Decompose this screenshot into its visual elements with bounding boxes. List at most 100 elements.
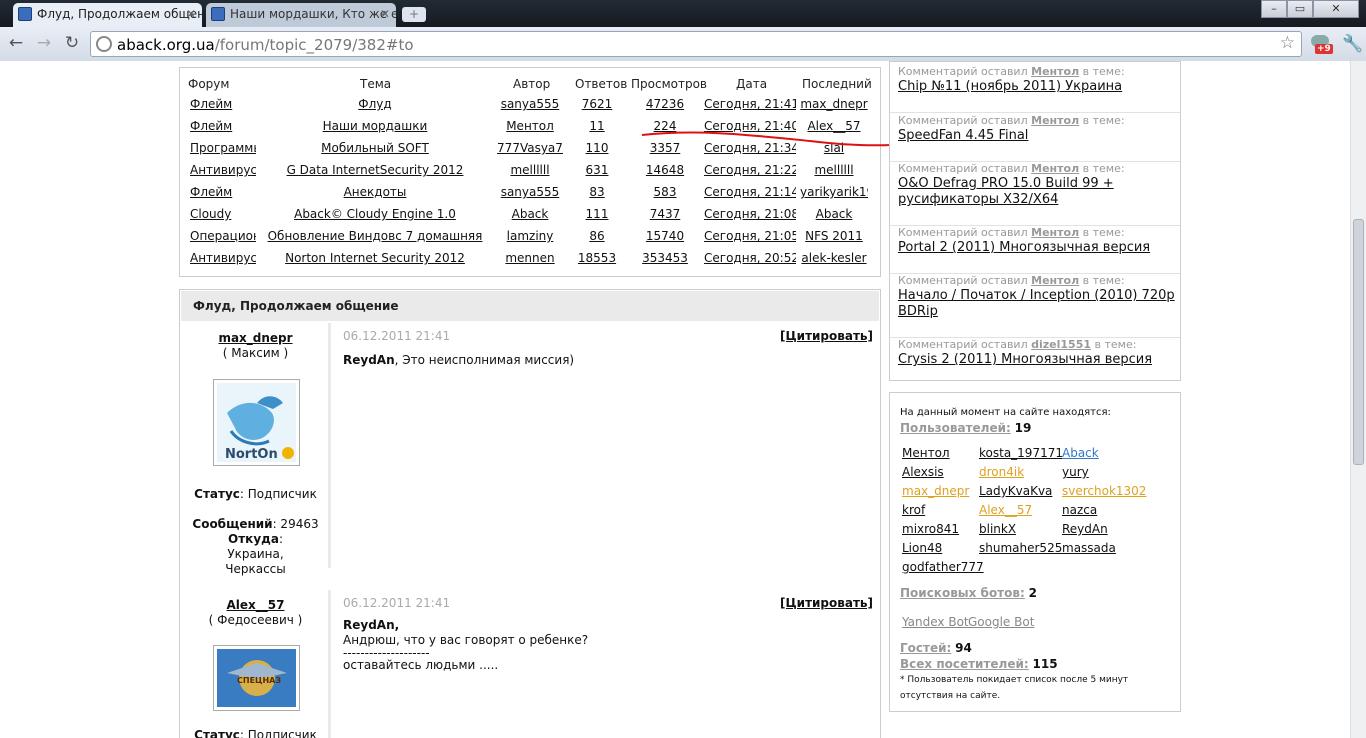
topic-replies-link[interactable]: 86	[572, 229, 622, 243]
topic-author-link[interactable]: lamziny	[494, 229, 566, 243]
topic-date-link[interactable]: Сегодня, 21:05	[704, 229, 796, 243]
online-user-link[interactable]: blinkX	[979, 522, 1016, 536]
comment-author-link[interactable]: Ментол	[1031, 162, 1079, 175]
topic-title-link[interactable]: Aback© Cloudy Engine 1.0	[260, 207, 490, 221]
topic-views-link[interactable]: 15740	[626, 229, 704, 243]
topic-forum-link[interactable]: Флейм	[190, 97, 256, 111]
topic-replies-link[interactable]: 11	[572, 119, 622, 133]
new-tab-button[interactable]: +	[402, 7, 426, 22]
topic-last-poster-link[interactable]: max_dnepr	[800, 97, 868, 111]
topic-replies-link[interactable]: 7621	[572, 97, 622, 111]
topic-forum-link[interactable]: Операционные	[190, 229, 256, 243]
tab-active[interactable]: Флуд, Продолжаем общен ✕	[13, 3, 202, 27]
extension-weather-icon[interactable]: +9	[1309, 33, 1333, 55]
topic-title-link[interactable]: Мобильный SOFT	[260, 141, 490, 155]
online-user-link[interactable]: yury	[1062, 465, 1089, 479]
topic-views-link[interactable]: 47236	[626, 97, 704, 111]
scrollbar-thumb[interactable]	[1353, 219, 1364, 465]
topic-author-link[interactable]: Aback	[494, 207, 566, 221]
online-user-link[interactable]: massada	[1062, 541, 1116, 555]
online-user-link[interactable]: dron4ik	[979, 465, 1024, 479]
topic-last-poster-link[interactable]: NFS 2011	[800, 229, 868, 243]
topic-date-link[interactable]: Сегодня, 21:08	[704, 207, 796, 221]
online-user-link[interactable]: Ментол	[902, 446, 950, 460]
topic-title-link[interactable]: G Data InternetSecurity 2012	[260, 163, 490, 177]
tab-inactive[interactable]: Наши мордашки, Кто же е ✕	[206, 3, 396, 27]
close-icon[interactable]: ✕	[186, 3, 196, 25]
topic-title-link[interactable]: Norton Internet Security 2012	[260, 251, 490, 265]
online-user-link[interactable]: Alex__57	[979, 503, 1032, 517]
online-user-link[interactable]: krof	[902, 503, 925, 517]
topic-forum-link[interactable]: Антивирусы	[190, 251, 256, 265]
quote-button[interactable]: [Цитировать]	[780, 596, 873, 610]
comment-author-link[interactable]: dizel1551	[1031, 338, 1091, 351]
comment-topic-link[interactable]: O&O Defrag PRO 15.0 Build 99 + русификат…	[898, 176, 1176, 208]
url-text[interactable]: aback.org.ua/forum/topic_2079/382#to	[117, 36, 414, 54]
topic-date-link[interactable]: Сегодня, 21:14	[704, 185, 796, 199]
address-bar[interactable]: aback.org.ua/forum/topic_2079/382#to ☆	[90, 31, 1302, 57]
guests-label[interactable]: Гостей:	[900, 641, 951, 655]
wrench-menu-icon[interactable]: 🔧	[1342, 34, 1363, 54]
online-user-link[interactable]: kosta_197171	[979, 446, 1063, 460]
topic-title-link[interactable]: Анекдоты	[260, 185, 490, 199]
topic-forum-link[interactable]: Cloudy	[190, 207, 256, 221]
online-user-link[interactable]: ReydAn	[1062, 522, 1108, 536]
page-scrollbar[interactable]	[1350, 61, 1366, 738]
topic-date-link[interactable]: Сегодня, 21:41	[704, 97, 796, 111]
online-user-link[interactable]: max_dnepr	[902, 484, 969, 498]
post-username[interactable]: Alex__57	[183, 598, 328, 612]
topic-title-link[interactable]: Флуд	[260, 97, 490, 111]
online-user-link[interactable]: LadyKvaKva	[979, 484, 1052, 498]
online-user-link[interactable]: Aback	[1062, 446, 1099, 460]
topic-author-link[interactable]: Ментол	[494, 119, 566, 133]
comment-topic-link[interactable]: Crysis 2 (2011) Многоязычная версия	[898, 352, 1176, 368]
topic-views-link[interactable]: 353453	[626, 251, 704, 265]
topic-views-link[interactable]: 7437	[626, 207, 704, 221]
online-user-link[interactable]: Lion48	[902, 541, 942, 555]
maximize-button[interactable]: ▭	[1287, 0, 1313, 18]
topic-forum-link[interactable]: Флейм	[190, 119, 256, 133]
topic-last-poster-link[interactable]: Aback	[800, 207, 868, 221]
back-icon[interactable]: ←	[5, 34, 27, 54]
post-username[interactable]: max_dnepr	[183, 331, 328, 345]
topic-views-link[interactable]: 14648	[626, 163, 704, 177]
users-label[interactable]: Пользователей:	[900, 421, 1011, 435]
topic-date-link[interactable]: Сегодня, 20:52	[704, 251, 796, 265]
comment-topic-link[interactable]: Начало / Початок / Inception (2010) 720p…	[898, 288, 1176, 320]
online-user-link[interactable]: godfather777	[902, 560, 984, 574]
online-user-link[interactable]: sverchok1302	[1062, 484, 1146, 498]
topic-author-link[interactable]: 777Vasya7	[494, 141, 566, 155]
bot-google[interactable]: Google Bot	[968, 615, 1034, 629]
online-user-link[interactable]: Alexsis	[902, 465, 944, 479]
topic-last-poster-link[interactable]: yarikyarik19	[800, 185, 868, 199]
comment-author-link[interactable]: Ментол	[1031, 274, 1079, 287]
forward-icon[interactable]: →	[33, 34, 55, 54]
topic-replies-link[interactable]: 110	[572, 141, 622, 155]
topic-author-link[interactable]: sanya555	[494, 185, 566, 199]
window-close-button[interactable]: ✕	[1313, 0, 1359, 18]
topic-last-poster-link[interactable]: alek-kesler	[800, 251, 868, 265]
comment-author-link[interactable]: Ментол	[1031, 65, 1079, 78]
online-user-link[interactable]: mixro841	[902, 522, 959, 536]
topic-date-link[interactable]: Сегодня, 21:22	[704, 163, 796, 177]
quote-button[interactable]: [Цитировать]	[780, 329, 873, 343]
comment-topic-link[interactable]: SpeedFan 4.45 Final	[898, 128, 1176, 144]
minimize-button[interactable]: –	[1261, 0, 1287, 18]
topic-forum-link[interactable]: Флейм	[190, 185, 256, 199]
topic-forum-link[interactable]: Антивирусы	[190, 163, 256, 177]
topic-replies-link[interactable]: 18553	[572, 251, 622, 265]
topic-title-link[interactable]: Обновление Виндовс 7 домашняя	[260, 229, 490, 243]
topic-replies-link[interactable]: 631	[572, 163, 622, 177]
reload-icon[interactable]: ↻	[61, 34, 83, 54]
comment-author-link[interactable]: Ментол	[1031, 226, 1079, 239]
online-user-link[interactable]: shumaher525	[979, 541, 1062, 555]
topic-author-link[interactable]: mellllll	[494, 163, 566, 177]
comment-topic-link[interactable]: Chip №11 (ноябрь 2011) Украина	[898, 79, 1176, 95]
topic-title-link[interactable]: Наши мордашки	[260, 119, 490, 133]
topic-last-poster-link[interactable]: mellllll	[800, 163, 868, 177]
comment-topic-link[interactable]: Portal 2 (2011) Многоязычная версия	[898, 240, 1176, 256]
online-user-link[interactable]: nazca	[1062, 503, 1097, 517]
topic-author-link[interactable]: sanya555	[494, 97, 566, 111]
close-icon[interactable]: ✕	[380, 3, 390, 25]
topic-author-link[interactable]: mennen	[494, 251, 566, 265]
